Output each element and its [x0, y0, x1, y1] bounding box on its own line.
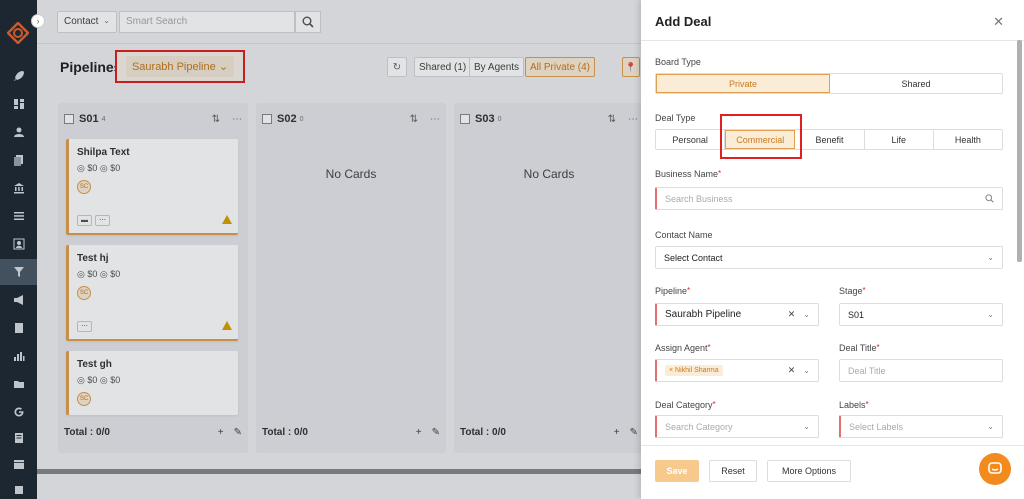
labels-select[interactable]: Select Labels ⌄ — [839, 415, 1003, 438]
required-marker: * — [712, 400, 716, 409]
deal-title-input[interactable]: Deal Title — [839, 359, 1003, 382]
deal-title-placeholder: Deal Title — [848, 365, 886, 376]
chevron-down-icon: ⌄ — [987, 253, 994, 262]
reset-button[interactable]: Reset — [709, 460, 757, 482]
modal-backdrop[interactable] — [0, 0, 641, 499]
search-icon — [985, 194, 994, 203]
contact-select[interactable]: Select Contact ⌄ — [655, 246, 1003, 269]
chevron-down-icon: ⌄ — [987, 422, 994, 431]
panel-title: Add Deal — [655, 14, 712, 29]
business-name-label-text: Business Name — [655, 169, 719, 179]
stage-select[interactable]: S01 ⌄ — [839, 303, 1003, 326]
board-type-shared[interactable]: Shared — [830, 74, 1002, 93]
deal-category-select[interactable]: Search Category ⌄ — [655, 415, 819, 438]
chevron-down-icon: ⌄ — [987, 310, 994, 319]
labels-label-text: Labels — [839, 400, 866, 410]
deal-type-label: Deal Type — [655, 113, 696, 123]
labels-placeholder: Select Labels — [849, 421, 904, 432]
board-type-private[interactable]: Private — [656, 74, 830, 93]
agent-tag-name: Nikhil Sharma — [675, 367, 719, 374]
panel-scrollbar[interactable] — [1017, 40, 1022, 262]
stage-label: Stage* — [839, 286, 866, 296]
chevron-down-icon: ⌄ — [803, 366, 810, 375]
deal-title-label: Deal Title* — [839, 343, 880, 353]
business-search-input[interactable]: Search Business — [655, 187, 1003, 210]
contact-select-value: Select Contact — [664, 252, 723, 263]
assign-agent-select[interactable]: × Nikhil Sharma ✕ ⌄ — [655, 359, 819, 382]
stage-select-value: S01 — [848, 309, 865, 320]
business-name-label: Business Name* — [655, 169, 721, 179]
labels-label: Labels* — [839, 400, 869, 410]
deal-type-toggle: Personal Commercial Benefit Life Health — [655, 129, 1003, 150]
deal-type-benefit[interactable]: Benefit — [795, 130, 865, 149]
deal-title-label-text: Deal Title — [839, 343, 877, 353]
add-deal-panel: Add Deal ✕ Board Type Private Shared Dea… — [641, 0, 1024, 499]
pipeline-label: Pipeline* — [655, 286, 690, 296]
close-icon[interactable]: ✕ — [993, 14, 1004, 30]
deal-category-placeholder: Search Category — [665, 421, 733, 432]
assign-agent-label: Assign Agent* — [655, 343, 711, 353]
contact-name-label: Contact Name — [655, 230, 713, 240]
assign-agent-label-text: Assign Agent — [655, 343, 708, 353]
required-marker: * — [687, 286, 691, 295]
panel-footer-divider — [641, 445, 1024, 446]
panel-divider — [641, 40, 1024, 41]
required-marker: * — [718, 169, 722, 178]
save-button[interactable]: Save — [655, 460, 699, 482]
clear-icon[interactable]: ✕ — [788, 309, 796, 320]
pipeline-label-text: Pipeline — [655, 286, 688, 296]
pipeline-select[interactable]: Saurabh Pipeline ✕ ⌄ — [655, 303, 819, 326]
required-marker: * — [876, 343, 880, 352]
required-marker: * — [865, 400, 869, 409]
stage-label-text: Stage — [839, 286, 863, 296]
board-type-toggle: Private Shared — [655, 73, 1003, 94]
chat-support-button[interactable] — [979, 453, 1011, 485]
deal-type-personal[interactable]: Personal — [656, 130, 726, 149]
deal-category-label-text: Deal Category — [655, 400, 713, 410]
agent-tag[interactable]: × Nikhil Sharma — [665, 365, 723, 376]
deal-type-life[interactable]: Life — [865, 130, 934, 149]
chevron-down-icon: ⌄ — [803, 422, 810, 431]
chat-icon — [988, 462, 1002, 474]
sidebar-collapse-icon[interactable]: › — [31, 14, 45, 28]
deal-type-commercial[interactable]: Commercial — [725, 130, 796, 149]
deal-category-label: Deal Category* — [655, 400, 716, 410]
clear-icon[interactable]: ✕ — [788, 365, 796, 376]
board-type-label: Board Type — [655, 57, 701, 67]
chevron-down-icon: ⌄ — [803, 310, 810, 319]
pipeline-select-value: Saurabh Pipeline — [665, 309, 742, 320]
deal-type-health[interactable]: Health — [934, 130, 1002, 149]
business-search-placeholder: Search Business — [665, 193, 733, 204]
required-marker: * — [862, 286, 866, 295]
more-options-button[interactable]: More Options — [767, 460, 851, 482]
required-marker: * — [707, 343, 711, 352]
